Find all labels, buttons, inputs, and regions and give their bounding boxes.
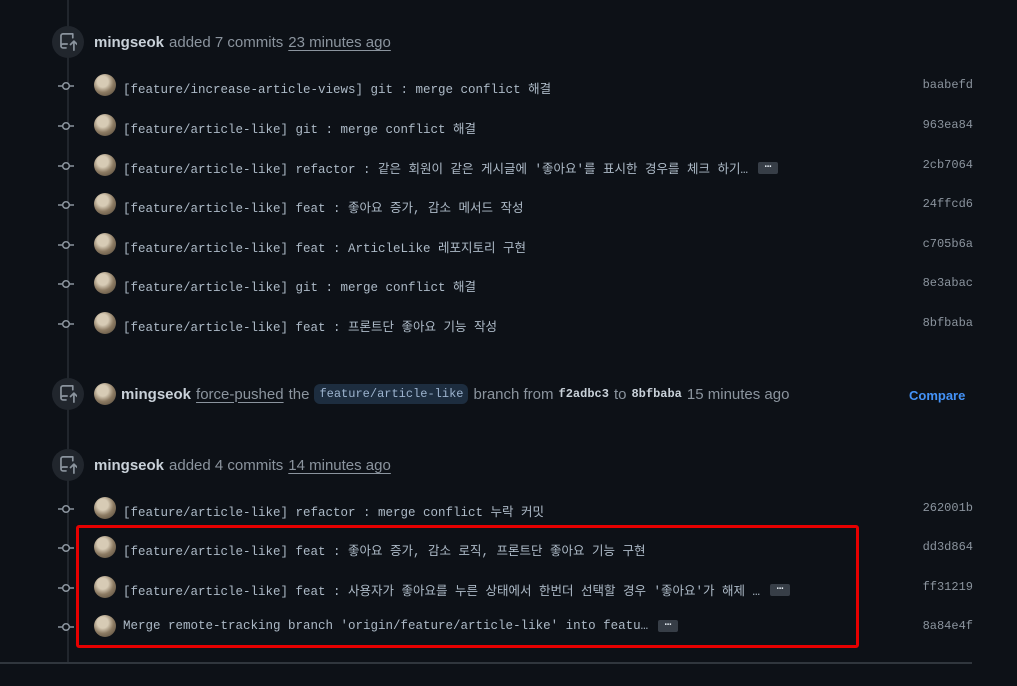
commit-message[interactable]: [feature/increase-article-views] git : m… [123, 78, 551, 97]
git-commit-icon [58, 319, 74, 329]
commit-message[interactable]: [feature/article-like] feat : 좋아요 증가, 감소… [123, 197, 524, 216]
to-sha-link[interactable]: 8bfbaba [631, 387, 681, 401]
commit-sha-link[interactable]: 8e3abac [923, 276, 973, 290]
avatar[interactable] [94, 114, 116, 136]
event-description: mingseok added 7 commits 23 minutes ago [94, 34, 391, 51]
commit-sha-link[interactable]: baabefd [923, 78, 973, 92]
repo-push-icon [52, 378, 84, 410]
avatar[interactable] [94, 233, 116, 255]
commit-message[interactable]: [feature/article-like] refactor : 같은 회원이… [123, 158, 779, 177]
commit-row: [feature/article-like] refactor : merge … [0, 497, 1017, 521]
commit-sha-link[interactable]: c705b6a [923, 237, 973, 251]
commit-sha-link[interactable]: 963ea84 [923, 118, 973, 132]
commit-row: [feature/article-like] feat : 프론트단 좋아요 기… [0, 312, 1017, 336]
event-to: to [613, 385, 627, 403]
compare-button[interactable]: Compare [909, 388, 965, 403]
commit-row: [feature/article-like] git : merge confl… [0, 272, 1017, 296]
commit-sha-link[interactable]: dd3d864 [923, 540, 973, 554]
timeline-event-added-commits: mingseok added 7 commits 23 minutes ago [0, 26, 1017, 60]
avatar[interactable] [94, 193, 116, 215]
avatar[interactable] [94, 383, 116, 405]
avatar[interactable] [94, 74, 116, 96]
commit-sha-link[interactable]: 2cb7064 [923, 158, 973, 172]
branch-name[interactable]: feature/article-like [314, 384, 469, 404]
commit-row: [feature/article-like] feat : 좋아요 증가, 감소… [0, 193, 1017, 217]
ellipsis-icon[interactable]: … [758, 159, 779, 174]
git-commit-icon [58, 622, 74, 632]
commit-message-text[interactable]: [feature/article-like] git : merge confl… [123, 276, 476, 295]
avatar[interactable] [94, 312, 116, 334]
event-description: mingseok force-pushed the feature/articl… [94, 383, 789, 405]
event-time-link[interactable]: 14 minutes ago [288, 457, 391, 474]
commit-message[interactable]: [feature/article-like] git : merge confl… [123, 118, 476, 137]
avatar[interactable] [94, 497, 116, 519]
commit-message[interactable]: [feature/article-like] git : merge confl… [123, 276, 476, 295]
actor-link[interactable]: mingseok [94, 457, 164, 474]
commit-sha-link[interactable]: 8a84e4f [923, 619, 973, 633]
commit-message[interactable]: [feature/article-like] feat : 프론트단 좋아요 기… [123, 316, 497, 335]
timeline-event-added-commits: mingseok added 4 commits 14 minutes ago [0, 449, 1017, 483]
git-commit-icon [58, 240, 74, 250]
commit-sha-link[interactable]: 24ffcd6 [923, 197, 973, 211]
commit-row: [feature/article-like] feat : ArticleLik… [0, 233, 1017, 257]
commit-sha-link[interactable]: 8bfbaba [923, 316, 973, 330]
commit-message-text[interactable]: [feature/increase-article-views] git : m… [123, 78, 551, 97]
repo-push-icon [52, 449, 84, 481]
event-action: added 4 commits [169, 457, 284, 474]
commit-sha-link[interactable]: 262001b [923, 501, 973, 515]
event-branch-from: branch from [473, 385, 554, 403]
actor-link[interactable]: mingseok [121, 386, 191, 403]
git-commit-icon [58, 583, 74, 593]
event-time-link[interactable]: 23 minutes ago [288, 34, 391, 51]
commit-message-text[interactable]: [feature/article-like] feat : ArticleLik… [123, 237, 526, 256]
avatar[interactable] [94, 272, 116, 294]
commit-sha-link[interactable]: ff31219 [923, 580, 973, 594]
commit-row: [feature/article-like] refactor : 같은 회원이… [0, 154, 1017, 178]
timeline-event-force-push: mingseok force-pushed the feature/articl… [0, 378, 1017, 412]
commit-message-text[interactable]: [feature/article-like] refactor : 같은 회원이… [123, 158, 748, 177]
force-pushed-link[interactable]: force-pushed [196, 386, 284, 403]
commit-message[interactable]: [feature/article-like] refactor : merge … [123, 501, 544, 520]
git-commit-icon [58, 504, 74, 514]
avatar[interactable] [94, 154, 116, 176]
git-commit-icon [58, 279, 74, 289]
commit-row: [feature/increase-article-views] git : m… [0, 74, 1017, 98]
commit-row: [feature/article-like] git : merge confl… [0, 114, 1017, 138]
commit-message-text[interactable]: [feature/article-like] feat : 좋아요 증가, 감소… [123, 197, 524, 216]
from-sha-link[interactable]: f2adbc3 [559, 387, 609, 401]
actor-link[interactable]: mingseok [94, 34, 164, 51]
git-commit-icon [58, 543, 74, 553]
commit-message-text[interactable]: [feature/article-like] git : merge confl… [123, 118, 476, 137]
event-description: mingseok added 4 commits 14 minutes ago [94, 457, 391, 474]
highlight-annotation-box [76, 525, 859, 648]
event-action: added 7 commits [169, 34, 284, 51]
event-the: the [288, 385, 310, 403]
git-commit-icon [58, 121, 74, 131]
git-commit-icon [58, 200, 74, 210]
commit-message-text[interactable]: [feature/article-like] refactor : merge … [123, 501, 544, 520]
commit-message[interactable]: [feature/article-like] feat : ArticleLik… [123, 237, 526, 256]
repo-push-icon [52, 26, 84, 58]
event-time-link[interactable]: 15 minutes ago [687, 386, 790, 403]
git-commit-icon [58, 81, 74, 91]
git-commit-icon [58, 161, 74, 171]
commit-message-text[interactable]: [feature/article-like] feat : 프론트단 좋아요 기… [123, 316, 497, 335]
divider [0, 662, 972, 664]
